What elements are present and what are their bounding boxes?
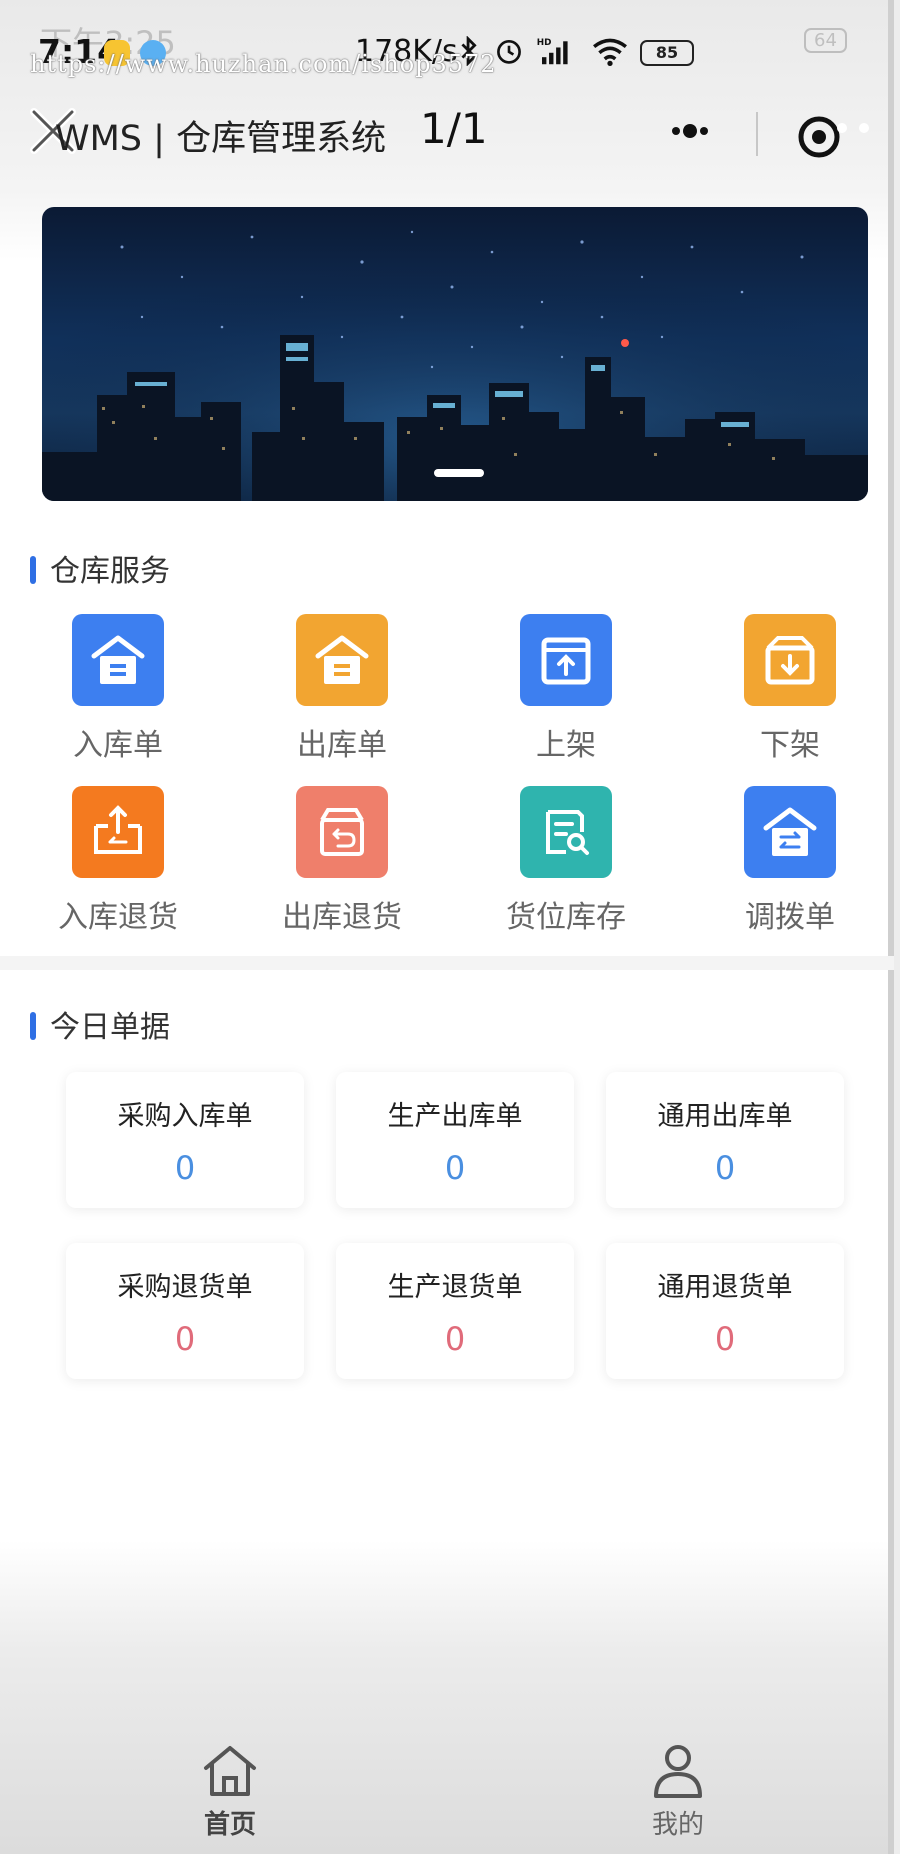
stat-card-general-outbound[interactable]: 通用出库单 0	[606, 1072, 844, 1208]
transfer-icon	[763, 807, 817, 856]
section-today-documents: 今日单据	[30, 1002, 170, 1045]
svg-text:HD: HD	[537, 38, 552, 48]
section-accent-bar	[30, 1011, 36, 1040]
warehouse-in-icon	[91, 635, 145, 684]
carousel-indicator[interactable]	[434, 469, 484, 477]
capsule-divider	[756, 112, 758, 156]
ghost-battery: 64	[804, 28, 847, 53]
home-icon	[204, 1746, 256, 1796]
service-tile[interactable]	[296, 614, 388, 706]
service-tile[interactable]	[72, 614, 164, 706]
warehouse-out-icon	[315, 635, 369, 684]
stat-label: 生产退货单	[387, 1272, 523, 1303]
service-label: 下架	[760, 728, 820, 763]
service-tile[interactable]	[744, 786, 836, 878]
user-icon	[654, 1745, 702, 1798]
section-title-text: 今日单据	[50, 1010, 170, 1045]
screen-edge	[888, 0, 894, 1854]
section-title-text: 仓库服务	[50, 554, 170, 589]
section-divider	[0, 956, 894, 970]
tab-mine[interactable]: 我的	[618, 1740, 738, 1841]
service-label: 调拨单	[745, 900, 835, 935]
stat-value: 0	[714, 1320, 736, 1358]
page-count: 1/1	[420, 104, 488, 153]
stat-label: 采购入库单	[117, 1101, 253, 1132]
return-out-icon	[320, 808, 364, 856]
stat-label: 通用出库单	[657, 1101, 793, 1132]
return-in-icon	[94, 805, 142, 854]
city-skyline-image	[42, 207, 868, 501]
stat-card-production-outbound[interactable]: 生产出库单 0	[336, 1072, 574, 1208]
stat-label: 采购退货单	[117, 1272, 253, 1303]
alarm-icon	[497, 39, 521, 64]
stat-card-production-return[interactable]: 生产退货单 0	[336, 1243, 574, 1379]
service-tile[interactable]	[520, 614, 612, 706]
tab-label: 我的	[651, 1810, 704, 1840]
banner-carousel[interactable]	[42, 207, 868, 501]
service-location-stock[interactable]: 货位库存	[476, 786, 656, 936]
service-label: 出库退货	[282, 900, 402, 935]
service-label: 货位库存	[506, 900, 626, 935]
tab-home[interactable]: 首页	[170, 1740, 290, 1841]
signal-icon: HD	[537, 38, 568, 65]
service-label: 出库单	[297, 728, 387, 763]
service-tile[interactable]	[744, 614, 836, 706]
stat-value: 0	[714, 1149, 736, 1187]
section-warehouse-services: 仓库服务	[30, 546, 170, 589]
stat-value: 0	[174, 1320, 196, 1358]
service-inbound-return[interactable]: 入库退货	[28, 786, 208, 936]
service-inbound-order[interactable]: 入库单	[28, 614, 208, 764]
status-bar: 下午3:25 7:14 178K/s HD 85 64 https://www.…	[0, 0, 894, 100]
stat-value: 0	[174, 1149, 196, 1187]
service-tile[interactable]	[72, 786, 164, 878]
stat-card-general-return[interactable]: 通用退货单 0	[606, 1243, 844, 1379]
battery-indicator: 85	[640, 40, 694, 66]
wifi-icon	[593, 38, 627, 66]
box-up-icon	[541, 637, 591, 685]
stat-card-purchase-return[interactable]: 采购退货单 0	[66, 1243, 304, 1379]
service-tile[interactable]	[296, 786, 388, 878]
watermark-text: https://www.huzhan.com/ishop3572	[30, 50, 497, 78]
stat-value: 0	[444, 1149, 466, 1187]
ghost-more-icon	[837, 123, 869, 133]
service-outbound-order[interactable]: 出库单	[252, 614, 432, 764]
page-title: WMS | 仓库管理系统	[55, 119, 387, 159]
app-screen: 下午3:25 7:14 178K/s HD 85 64 https://www.…	[0, 0, 894, 1854]
service-unshelve[interactable]: 下架	[700, 614, 880, 764]
service-label: 入库退货	[58, 900, 178, 935]
service-label: 上架	[536, 728, 596, 763]
more-icon[interactable]	[660, 118, 720, 144]
stat-card-purchase-inbound[interactable]: 采购入库单 0	[66, 1072, 304, 1208]
service-shelve[interactable]: 上架	[476, 614, 656, 764]
service-outbound-return[interactable]: 出库退货	[252, 786, 432, 936]
tab-label: 首页	[203, 1810, 256, 1840]
service-tile[interactable]	[520, 786, 612, 878]
stat-label: 通用退货单	[657, 1272, 793, 1303]
section-accent-bar	[30, 555, 36, 584]
service-label: 入库单	[73, 728, 163, 763]
location-stock-icon	[546, 810, 589, 855]
stat-value: 0	[444, 1320, 466, 1358]
service-transfer-order[interactable]: 调拨单	[700, 786, 880, 936]
box-down-icon	[765, 636, 815, 685]
stat-label: 生产出库单	[387, 1101, 523, 1132]
